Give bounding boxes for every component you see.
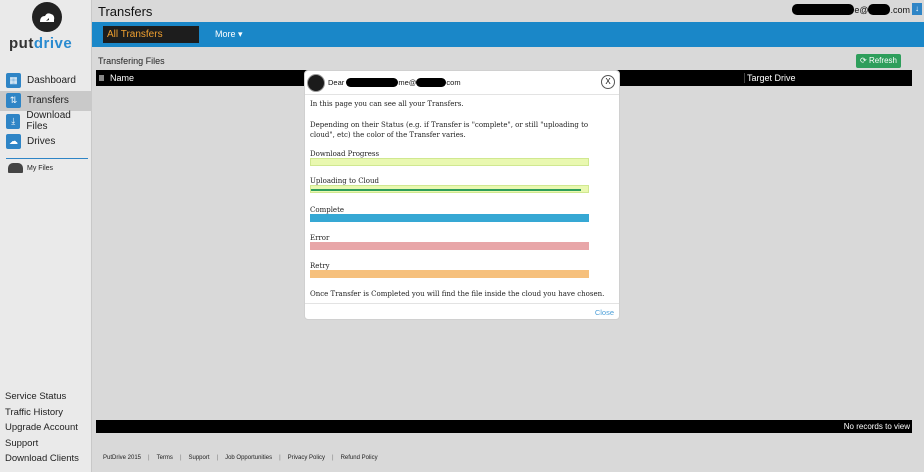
sidebar-item-transfers[interactable]: ⇅ Transfers: [0, 90, 92, 111]
status-bar-error: [310, 242, 589, 250]
user-email[interactable]: e@ .com: [792, 4, 910, 15]
dashboard-icon: ▦: [6, 72, 21, 88]
modal-note: Once Transfer is Completed you will find…: [310, 290, 605, 298]
redacted-text: [416, 78, 447, 87]
empty-text: No records to view: [843, 422, 910, 431]
column-header-name[interactable]: Name: [110, 73, 134, 83]
logo-text: putdrive: [9, 35, 73, 52]
column-header-target-drive[interactable]: Target Drive: [744, 73, 796, 83]
redacted-text: [868, 4, 891, 15]
modal-title: Dear me@ com: [328, 78, 461, 87]
footer-support-link[interactable]: Support: [189, 455, 210, 461]
logo-icon: [32, 2, 62, 32]
table-pager: No records to view: [96, 420, 912, 433]
download-icon: ⤓: [6, 113, 21, 129]
close-icon[interactable]: X: [601, 75, 615, 89]
my-files-label: My Files: [27, 164, 54, 172]
info-modal: Dear me@ com X In this page you can see …: [304, 70, 620, 320]
transfers-icon: ⇅: [6, 93, 21, 108]
service-status-link[interactable]: Service Status: [5, 389, 79, 405]
sidebar-nav: ▦ Dashboard ⇅ Transfers ⤓ Download Files…: [0, 70, 92, 152]
footer-links: PutDrive 2015 | Terms | Support | Job Oppor…: [103, 455, 378, 461]
sidebar-item-label: Drives: [27, 136, 56, 147]
modal-footer-divider: [305, 303, 619, 304]
upload-progress-line: [311, 189, 581, 191]
support-link[interactable]: Support: [5, 436, 79, 452]
sidebar-item-dashboard[interactable]: ▦ Dashboard: [0, 70, 92, 90]
select-all-checkbox[interactable]: [99, 75, 104, 81]
sidebar: putdrive ▦ Dashboard ⇅ Transfers ⤓ Downl…: [0, 0, 92, 472]
footer-refund-link[interactable]: Refund Policy: [341, 455, 378, 461]
refresh-icon: ⟳: [860, 56, 867, 65]
top-bar: Transfers e@ .com ↓: [92, 0, 924, 22]
sidebar-item-label: Download Files: [26, 110, 71, 132]
redacted-text: [346, 78, 399, 87]
status-bar-download: [310, 158, 589, 166]
page-title: Transfers: [98, 4, 153, 19]
sidebar-item-label: Dashboard: [27, 74, 76, 86]
sidebar-item-download-files[interactable]: ⤓ Download Files: [0, 110, 92, 132]
status-bar-complete: [310, 214, 589, 222]
redacted-text: [792, 4, 855, 15]
section-title: Transfering Files: [98, 56, 165, 66]
cloud-icon: ☁: [6, 134, 21, 149]
traffic-history-link[interactable]: Traffic History: [5, 405, 79, 421]
modal-description: Depending on their Status (e.g. if Trans…: [310, 121, 589, 139]
sidebar-bottom-links: Service Status Traffic History Upgrade A…: [5, 389, 79, 467]
tab-all-transfers[interactable]: All Transfers: [103, 26, 199, 43]
logo[interactable]: putdrive: [6, 2, 86, 52]
refresh-button[interactable]: ⟳ Refresh: [856, 54, 901, 68]
upgrade-account-link[interactable]: Upgrade Account: [5, 420, 79, 436]
footer-terms-link[interactable]: Terms: [157, 455, 173, 461]
sidebar-item-drives[interactable]: ☁ Drives: [0, 132, 92, 152]
sidebar-item-my-files[interactable]: My Files: [8, 163, 53, 173]
user-menu-icon[interactable]: ↓: [912, 3, 922, 15]
close-button[interactable]: Close: [595, 308, 614, 317]
modal-intro: In this page you can see all your Transf…: [310, 100, 464, 108]
tab-more[interactable]: More ▾: [215, 29, 243, 40]
nav-divider: [6, 158, 88, 159]
modal-divider: [305, 94, 619, 95]
avatar: [307, 74, 325, 92]
tab-bar: All Transfers More ▾: [92, 22, 924, 47]
download-clients-link[interactable]: Download Clients: [5, 451, 79, 467]
sidebar-item-label: Transfers: [27, 95, 69, 106]
footer-jobs-link[interactable]: Job Opportunities: [225, 455, 272, 461]
chevron-down-icon: ▾: [238, 29, 243, 39]
footer-privacy-link[interactable]: Privacy Policy: [288, 455, 325, 461]
footer-copyright: PutDrive 2015: [103, 455, 142, 461]
drive-icon: [8, 163, 23, 173]
status-bar-retry: [310, 270, 589, 278]
status-bar-uploading: [310, 185, 589, 193]
